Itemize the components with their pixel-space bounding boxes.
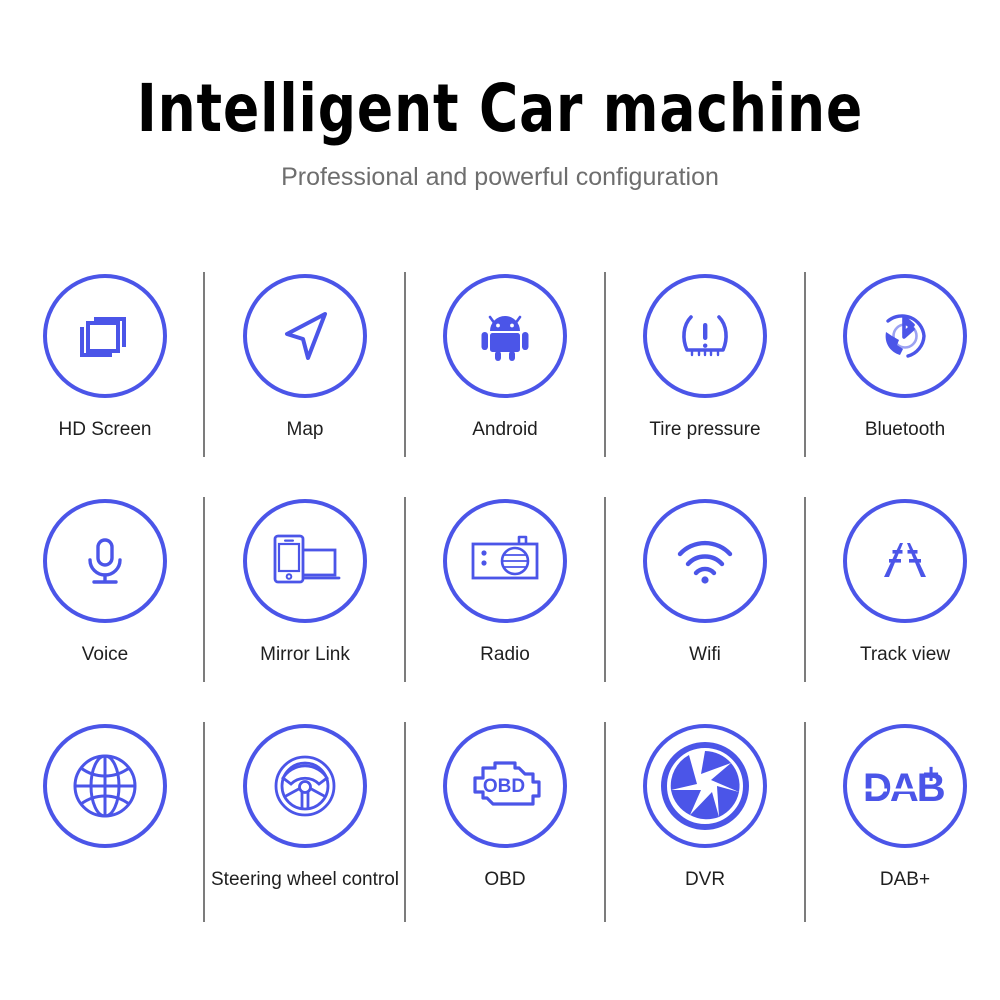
feature-row: HD Screen Map Android Tire pressure Blue… <box>0 255 1000 480</box>
phone-to-screen-icon <box>273 534 341 584</box>
icon-circle <box>643 274 767 398</box>
icon-circle <box>243 499 367 623</box>
feature-item-obd[interactable]: OBD OBD <box>405 705 605 940</box>
icon-circle <box>843 499 967 623</box>
android-robot-icon <box>481 315 529 361</box>
icon-circle <box>43 724 167 848</box>
feature-item-android[interactable]: Android <box>405 255 605 480</box>
radio-receiver-icon <box>471 535 539 580</box>
navigation-arrow-icon <box>285 312 327 360</box>
feature-label: Voice <box>81 644 129 665</box>
feature-item-hd-screen[interactable]: HD Screen <box>5 255 205 480</box>
feature-label: DVR <box>684 869 726 890</box>
feature-label: Map <box>286 419 324 440</box>
obd-engine-icon: OBD <box>473 761 541 806</box>
feature-showcase-page: Intelligent Car machine Professional and… <box>0 0 1000 1000</box>
feature-label: DAB+ <box>879 869 931 890</box>
feature-item-dvr[interactable]: DVR <box>605 705 805 940</box>
feature-item-dab-plus[interactable]: DAB + DAB+ <box>805 705 1000 940</box>
wifi-signal-icon <box>677 540 733 584</box>
feature-item-bluetooth[interactable]: Bluetooth <box>805 255 1000 480</box>
icon-circle: DAB + <box>843 724 967 848</box>
road-lane-icon <box>884 543 926 577</box>
microphone-icon <box>88 538 122 584</box>
icon-circle <box>443 499 567 623</box>
hd-screen-icon <box>80 317 126 357</box>
header: Intelligent Car machine Professional and… <box>0 72 1000 192</box>
feature-label: Steering wheel control <box>211 869 399 890</box>
feature-grid: HD Screen Map Android Tire pressure Blue… <box>0 255 1000 940</box>
feature-item-track-view[interactable]: Track view <box>805 480 1000 705</box>
feature-label: Wifi <box>689 644 721 665</box>
icon-circle <box>243 724 367 848</box>
feature-label: Bluetooth <box>864 419 946 440</box>
icon-circle <box>843 274 967 398</box>
feature-item-tire-pressure[interactable]: Tire pressure <box>605 255 805 480</box>
feature-label: HD Screen <box>58 419 152 440</box>
icon-circle <box>43 274 167 398</box>
feature-item-mirror-link[interactable]: Mirror Link <box>205 480 405 705</box>
feature-label: Mirror Link <box>260 644 350 665</box>
icon-circle <box>243 274 367 398</box>
feature-label: Track view <box>859 644 951 665</box>
obd-label: OBD <box>483 776 525 797</box>
page-title: Intelligent Car machine <box>136 70 864 147</box>
page-subtitle: Professional and powerful configuration <box>281 163 719 191</box>
feature-label: Android <box>472 419 538 440</box>
feature-item-steering-wheel-control[interactable]: Steering wheel control <box>205 705 405 940</box>
feature-item-voice[interactable]: Voice <box>5 480 205 705</box>
dab-plus-logo-icon: DAB + <box>863 761 947 810</box>
icon-circle: OBD <box>443 724 567 848</box>
feature-item-radio[interactable]: Radio <box>405 480 605 705</box>
camera-aperture-icon <box>661 742 749 830</box>
tire-pressure-warning-icon <box>682 315 728 357</box>
plus-label: + <box>923 761 939 789</box>
globe-icon <box>73 754 137 818</box>
bluetooth-phone-icon <box>885 314 926 358</box>
feature-label: OBD <box>484 869 526 890</box>
icon-circle <box>643 724 767 848</box>
feature-label: Radio <box>480 644 530 665</box>
feature-item-globe[interactable] <box>5 705 205 940</box>
steering-wheel-icon <box>274 755 336 817</box>
feature-item-map[interactable]: Map <box>205 255 405 480</box>
feature-label: Tire pressure <box>649 419 761 440</box>
icon-circle <box>43 499 167 623</box>
feature-row: Voice Mirror Link Radio Wifi Track view <box>0 480 1000 705</box>
icon-circle <box>443 274 567 398</box>
feature-row: Steering wheel control OBD OBD DVR DAB +… <box>0 705 1000 940</box>
feature-item-wifi[interactable]: Wifi <box>605 480 805 705</box>
icon-circle <box>643 499 767 623</box>
